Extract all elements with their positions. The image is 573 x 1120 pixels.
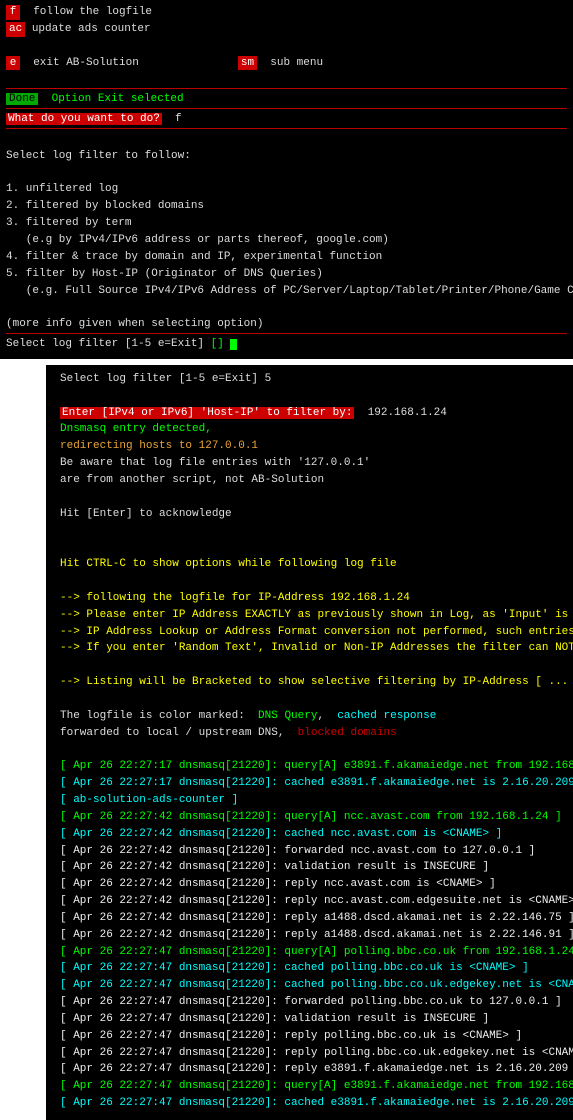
hostip-prompt-row: Enter [IPv4 or IPv6] 'Host-IP' to filter… xyxy=(54,405,569,422)
hostip-value[interactable]: 192.168.1.24 xyxy=(368,407,447,419)
key-ac[interactable]: ac xyxy=(6,22,25,37)
divider xyxy=(6,128,567,129)
log-line: [ Apr 26 22:27:47 dnsmasq[21220]: forwar… xyxy=(54,994,569,1011)
info-arrow-line: --> If you enter 'Random Text', Invalid … xyxy=(54,640,569,657)
divider xyxy=(6,108,567,109)
log-line: [ Apr 26 22:27:42 dnsmasq[21220]: valida… xyxy=(54,859,569,876)
menu-label: sub menu xyxy=(270,57,323,69)
key-sm[interactable]: sm xyxy=(238,56,257,71)
log-line: [ Apr 26 22:27:42 dnsmasq[21220]: reply … xyxy=(54,910,569,927)
log-line: [ Apr 26 22:27:47 dnsmasq[21220]: reply … xyxy=(54,1061,569,1078)
legend-cached: cached response xyxy=(337,710,436,722)
log-line: [ Apr 26 22:27:42 dnsmasq[21220]: reply … xyxy=(54,876,569,893)
menu-label: follow the logfile xyxy=(33,6,152,18)
section-heading: Select log filter to follow: xyxy=(0,148,573,165)
done-tag: Done xyxy=(6,93,38,105)
legend-dns: DNS Query xyxy=(258,710,317,722)
prompt-value[interactable]: f xyxy=(175,113,182,125)
info-arrow-line: --> IP Address Lookup or Address Format … xyxy=(54,624,569,641)
divider xyxy=(6,333,567,334)
color-legend: The logfile is color marked: DNS Query, … xyxy=(54,708,569,725)
hostip-prompt-label: Enter [IPv4 or IPv6] 'Host-IP' to filter… xyxy=(60,407,354,419)
log-line: [ Apr 26 22:27:42 dnsmasq[21220]: reply … xyxy=(54,893,569,910)
log-line: [ Apr 26 22:27:47 dnsmasq[21220]: query[… xyxy=(54,1078,569,1095)
log-line: [ Apr 26 22:27:42 dnsmasq[21220]: reply … xyxy=(54,927,569,944)
log-line: [ Apr 26 22:27:42 dnsmasq[21220]: cached… xyxy=(54,826,569,843)
log-line: [ Apr 26 22:27:42 dnsmasq[21220]: query[… xyxy=(54,809,569,826)
select-prompt-label: Select log filter [1-5 e=Exit] xyxy=(60,373,258,385)
log-line: [ Apr 26 22:27:47 dnsmasq[21220]: cached… xyxy=(54,960,569,977)
log-line: [ ab-solution-ads-counter ] xyxy=(54,792,569,809)
log-line: [ Apr 26 22:27:47 dnsmasq[21220]: valida… xyxy=(54,1011,569,1028)
info-line: redirecting hosts to 127.0.0.1 xyxy=(54,438,569,455)
key-f[interactable]: f xyxy=(6,5,20,20)
option-line: (e.g. Full Source IPv4/IPv6 Address of P… xyxy=(0,283,573,300)
menu-row: ac update ads counter xyxy=(0,21,573,38)
log-line: [ Apr 26 22:27:47 dnsmasq[21220]: query[… xyxy=(54,944,569,961)
color-legend: forwarded to local / upstream DNS, block… xyxy=(54,725,569,742)
hint-line: Hit CTRL-C to show options while followi… xyxy=(54,556,569,573)
info-line: are from another script, not AB-Solution xyxy=(54,472,569,489)
option-line: (e.g by IPv4/IPv6 address or parts there… xyxy=(0,232,573,249)
log-line: [ Apr 26 22:27:17 dnsmasq[21220]: query[… xyxy=(54,758,569,775)
option-line: (more info given when selecting option) xyxy=(0,316,573,333)
done-text: Option Exit selected xyxy=(52,93,184,105)
option-line: 3. filtered by term xyxy=(0,215,573,232)
option-line: 1. unfiltered log xyxy=(0,181,573,198)
status-row: Done Option Exit selected xyxy=(0,91,573,108)
select-bracket: [] xyxy=(211,338,224,350)
info-line: Dnsmasq entry detected, xyxy=(54,421,569,438)
info-arrow-line: --> Please enter IP Address EXACTLY as p… xyxy=(54,607,569,624)
legend-forwarded: forwarded to local / upstream DNS xyxy=(60,727,278,739)
log-line: [ Apr 26 22:27:42 dnsmasq[21220]: forwar… xyxy=(54,843,569,860)
info-arrow-line: --> following the logfile for IP-Address… xyxy=(54,590,569,607)
legend-blocked: blocked domains xyxy=(298,727,397,739)
log-line: [ Apr 26 22:27:47 dnsmasq[21220]: reply … xyxy=(54,1028,569,1045)
key-e[interactable]: e xyxy=(6,56,20,71)
prompt-label: What do you want to do? xyxy=(6,113,162,125)
terminal-panel-bottom: Select log filter [1-5 e=Exit] 5 Enter [… xyxy=(46,365,573,1120)
select-prompt-row: Select log filter [1-5 e=Exit] 5 xyxy=(54,371,569,388)
log-line: [ Apr 26 22:27:47 dnsmasq[21220]: cached… xyxy=(54,1095,569,1112)
menu-label: exit AB-Solution xyxy=(33,57,139,69)
info-arrow-line xyxy=(54,657,569,674)
select-value[interactable]: 5 xyxy=(265,373,272,385)
menu-row: f follow the logfile xyxy=(0,4,573,21)
menu-label: update ads counter xyxy=(32,23,151,35)
info-line: Be aware that log file entries with '127… xyxy=(54,455,569,472)
info-line: Hit [Enter] to acknowledge xyxy=(54,506,569,523)
info-arrow-line: --> Listing will be Bracketed to show se… xyxy=(54,674,569,691)
menu-row-exit: e exit AB-Solution sm sub menu xyxy=(0,55,573,72)
option-line: 4. filter & trace by domain and IP, expe… xyxy=(0,249,573,266)
prompt-row: What do you want to do? f xyxy=(0,111,573,128)
cursor-icon[interactable] xyxy=(230,339,237,350)
option-line xyxy=(0,299,573,316)
divider xyxy=(6,88,567,89)
option-line: 5. filter by Host-IP (Originator of DNS … xyxy=(0,266,573,283)
select-prompt-row: Select log filter [1-5 e=Exit] [] xyxy=(0,336,573,353)
select-prompt-label: Select log filter [1-5 e=Exit] xyxy=(6,338,204,350)
log-line: [ Apr 26 22:27:47 dnsmasq[21220]: reply … xyxy=(54,1045,569,1062)
log-line: [ Apr 26 22:27:47 dnsmasq[21220]: cached… xyxy=(54,977,569,994)
terminal-panel-top: f follow the logfile ac update ads count… xyxy=(0,0,573,359)
log-line: [ Apr 26 22:27:17 dnsmasq[21220]: cached… xyxy=(54,775,569,792)
option-line: 2. filtered by blocked domains xyxy=(0,198,573,215)
